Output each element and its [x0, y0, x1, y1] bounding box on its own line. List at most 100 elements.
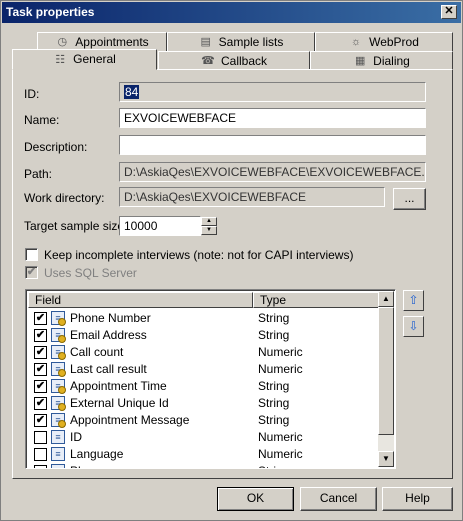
tab-label: General [73, 52, 116, 66]
row-checkbox[interactable]: ✔ [34, 312, 47, 325]
scroll-up-icon[interactable]: ▲ [378, 291, 394, 307]
move-down-button[interactable]: ⇩ [403, 316, 424, 337]
arrow-up-icon: ⇧ [408, 293, 419, 307]
id-label: ID: [24, 87, 40, 101]
name-label: Name: [24, 113, 60, 127]
work-directory-label: Work directory: [24, 191, 105, 205]
tab-dialing[interactable]: ▦ Dialing [310, 51, 453, 70]
keyed-field-icon: ≡ [51, 328, 66, 343]
target-sample-size-input[interactable]: 10000 [119, 216, 201, 236]
tab-sample-lists[interactable]: ▤ Sample lists [167, 32, 315, 51]
field-type: String [258, 379, 290, 393]
keep-incomplete-checkbox[interactable] [25, 248, 38, 261]
field-name: Call count [70, 345, 124, 359]
keyed-field-icon: ≡ [51, 379, 66, 394]
row-checkbox[interactable]: ✔ [34, 346, 47, 359]
row-checkbox[interactable]: ✔ [34, 329, 47, 342]
title-bar: Task properties ✕ [2, 2, 461, 23]
close-icon: ✕ [444, 5, 454, 17]
table-row[interactable]: ≡ Language Numeric [28, 446, 379, 463]
tab-label: Dialing [373, 53, 410, 68]
uses-sql-server-label: Uses SQL Server [44, 266, 137, 280]
keyed-field-icon: ≡ [51, 396, 66, 411]
scroll-down-icon[interactable]: ▼ [378, 451, 394, 467]
field-name: Language [70, 447, 124, 461]
field-type: Numeric [258, 345, 303, 359]
fields-list-scrollbar[interactable]: ▲ ▼ [378, 291, 394, 467]
work-directory-field: D:\AskiaQes\EXVOICEWEBFACE [119, 187, 385, 207]
name-field[interactable]: EXVOICEWEBFACE [119, 108, 426, 128]
field-name: Appointment Time [70, 379, 167, 393]
sample-lists-icon: ▤ [200, 36, 211, 48]
tab-label: Callback [220, 53, 268, 68]
help-button[interactable]: Help [382, 487, 453, 511]
description-field[interactable] [119, 135, 426, 155]
field-type: String [258, 328, 290, 342]
spin-down-icon[interactable]: ▼ [201, 226, 217, 235]
row-checkbox[interactable] [34, 448, 47, 461]
row-checkbox[interactable] [34, 465, 47, 468]
field-name: External Unique Id [70, 396, 169, 410]
table-row[interactable]: ✔ ≡ External Unique Id String [28, 395, 379, 412]
table-row[interactable]: ✔ ≡ Email Address String [28, 327, 379, 344]
table-row[interactable]: ✔ ≡ Last call result Numeric [28, 361, 379, 378]
field-name: Last call result [70, 362, 147, 376]
field-type: Numeric [258, 447, 303, 461]
tab-callback[interactable]: ☎ Callback [158, 51, 310, 70]
table-row[interactable]: ✔ ≡ Phone Number String [28, 310, 379, 327]
row-checkbox[interactable]: ✔ [34, 397, 47, 410]
field-name: Phone Number [70, 311, 151, 325]
field-type: String [258, 464, 289, 468]
table-row[interactable]: ≡ ID Numeric [28, 429, 379, 446]
close-button[interactable]: ✕ [441, 5, 457, 19]
column-header-type[interactable]: Type [253, 292, 379, 308]
target-sample-size-label: Target sample size: [24, 219, 128, 233]
keyed-field-icon: ≡ [51, 362, 66, 377]
row-checkbox[interactable]: ✔ [34, 380, 47, 393]
description-label: Description: [24, 140, 88, 154]
id-value: 84 [124, 85, 140, 99]
field-type: String [258, 311, 290, 325]
field-icon: ≡ [51, 447, 65, 461]
table-row[interactable]: ≡ Phone String [28, 463, 379, 468]
field-name: ID [70, 430, 82, 444]
field-type: String [258, 413, 290, 427]
field-icon: ≡ [51, 464, 65, 468]
cancel-button[interactable]: Cancel [300, 487, 377, 511]
field-name: Appointment Message [70, 413, 190, 427]
row-checkbox[interactable]: ✔ [34, 363, 47, 376]
table-row[interactable]: ✔ ≡ Appointment Time String [28, 378, 379, 395]
path-label: Path: [24, 167, 53, 181]
spin-up-icon[interactable]: ▲ [201, 217, 217, 226]
ok-button[interactable]: OK [217, 487, 294, 511]
tab-label: Sample lists [218, 34, 284, 49]
browse-button[interactable]: ... [393, 188, 426, 210]
row-checkbox[interactable] [34, 431, 47, 444]
arrow-down-icon: ⇩ [408, 319, 419, 333]
general-icon: ☷ [55, 53, 66, 66]
keyed-field-icon: ≡ [51, 311, 66, 326]
callback-icon: ☎ [201, 55, 215, 67]
column-header-field[interactable]: Field [28, 292, 253, 308]
field-icon: ≡ [51, 430, 65, 444]
uses-sql-server-checkbox: ✔ [25, 266, 38, 279]
scroll-thumb[interactable] [378, 307, 394, 435]
tab-general[interactable]: ☷ General [12, 49, 157, 70]
path-field: D:\AskiaQes\EXVOICEWEBFACE\EXVOICEWEBFAC… [119, 162, 426, 182]
table-row[interactable]: ✔ ≡ Appointment Message String [28, 412, 379, 429]
target-sample-size-spinner[interactable]: ▲ ▼ [201, 217, 217, 235]
field-type: String [258, 396, 290, 410]
webprod-icon: ☼ [351, 36, 362, 48]
move-up-button[interactable]: ⇧ [403, 290, 424, 311]
appointments-icon: ◷ [57, 36, 68, 48]
field-type: Numeric [258, 362, 303, 376]
task-properties-dialog: Task properties ✕ ◷ Appointments ▤ Sampl… [0, 0, 463, 521]
tab-label: Appointments [75, 34, 149, 49]
tab-webprod[interactable]: ☼ WebProd [315, 32, 453, 51]
id-field[interactable]: 84 [119, 82, 426, 102]
table-row[interactable]: ✔ ≡ Call count Numeric [28, 344, 379, 361]
row-checkbox[interactable]: ✔ [34, 414, 47, 427]
fields-list[interactable]: Field Type ✔ ≡ Phone Number String ✔ ≡ Email A… [25, 289, 396, 469]
keep-incomplete-label: Keep incomplete interviews (note: not fo… [44, 248, 354, 262]
tab-label: WebProd [369, 34, 419, 49]
